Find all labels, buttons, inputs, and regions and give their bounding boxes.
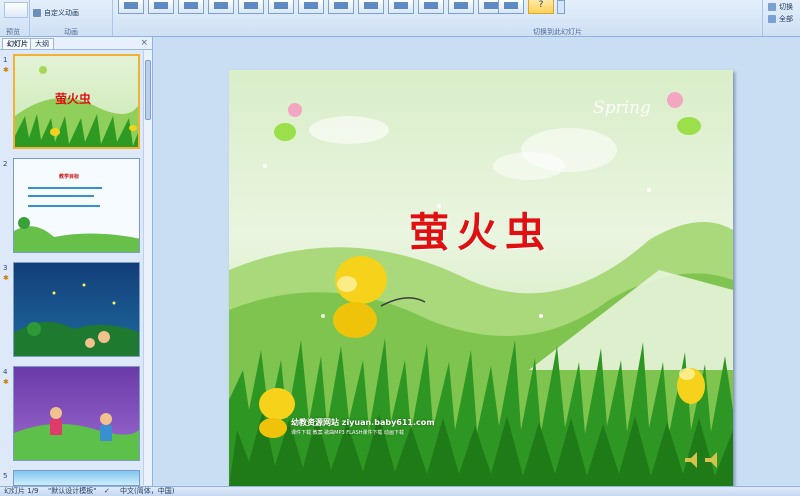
transition-option[interactable] (118, 0, 144, 14)
thumb-number: 2 (3, 160, 8, 168)
ladybug-right (667, 92, 701, 135)
slide-thumbnail-1[interactable]: 萤火虫 (13, 54, 140, 149)
transition-option[interactable] (298, 0, 324, 14)
animation-star-icon: ✱ (3, 378, 9, 386)
ladybug-left (274, 103, 302, 141)
spring-wordart: Spring (593, 98, 651, 118)
transition-option[interactable] (268, 0, 294, 14)
custom-animation-label: 自定义动画 (44, 9, 79, 17)
slide-thumbnail-4[interactable] (13, 366, 140, 461)
preview-group-label: 预览 (6, 28, 20, 36)
apply-all-button[interactable]: 全部 (768, 14, 793, 24)
transition-option[interactable] (388, 0, 414, 14)
slide-thumbnail-3[interactable] (13, 262, 140, 357)
transition-option[interactable] (178, 0, 204, 14)
site-watermark: 幼教资源网站 ziyuan.baby611.com (291, 418, 435, 427)
current-slide[interactable]: Spring 萤火虫 幼教资源网站 ziyuan.baby611.com 课件下… (229, 70, 733, 486)
apply-all-icon (768, 15, 776, 23)
animation-star-icon: ✱ (3, 66, 9, 74)
gallery-scroll-up[interactable] (557, 0, 565, 14)
thumbnails-scrollbar[interactable] (143, 50, 152, 485)
animation-star-icon: ✱ (3, 274, 9, 282)
thumb-2-title: 教学目标 (59, 174, 80, 180)
slide-title[interactable]: 萤火虫 (229, 200, 733, 258)
preview-button[interactable] (4, 2, 28, 18)
transition-option[interactable] (358, 0, 384, 14)
thumb-1-title: 萤火虫 (55, 92, 92, 106)
thumb-4-art (14, 407, 139, 460)
transition-random-option[interactable]: ? (528, 0, 554, 14)
slide-edit-area: Spring 萤火虫 幼教资源网站 ziyuan.baby611.com 课件下… (153, 37, 800, 486)
pane-tabs: 幻灯片 大纲 × (0, 37, 152, 50)
slide-thumbnail-2[interactable]: 教学目标 (13, 158, 140, 253)
custom-animation-button[interactable]: 自定义动画 (33, 8, 79, 18)
slide-thumbnail-5[interactable] (13, 470, 140, 486)
sound-icon (768, 3, 776, 11)
thumb-number: 3 (3, 264, 8, 272)
thumb-number: 5 (3, 472, 8, 480)
transition-option[interactable] (418, 0, 444, 14)
transition-option[interactable] (498, 0, 524, 14)
firefly-small-right (677, 368, 705, 404)
animation-group-label: 动画 (64, 28, 78, 36)
transition-option[interactable] (238, 0, 264, 14)
thumb-3-art (14, 283, 139, 356)
switch-sound-button[interactable]: 切换 (768, 2, 793, 12)
site-watermark-sub: 课件下载 教案 歌曲MP3 FLASH课件下载 动画下载 (291, 430, 404, 436)
transition-option[interactable] (148, 0, 174, 14)
slides-pane: 幻灯片 大纲 × 1 ✱ 萤火虫 2 教学目标 3 ✱ 4 ✱ 5 (0, 37, 153, 486)
animation-icon (33, 9, 41, 17)
transition-option[interactable] (328, 0, 354, 14)
transition-option[interactable] (448, 0, 474, 14)
close-icon[interactable]: × (140, 37, 148, 49)
transition-option[interactable] (208, 0, 234, 14)
transition-group-label: 切换到此幻灯片 (533, 28, 582, 36)
tab-outline[interactable]: 大纲 (30, 38, 54, 49)
tab-slides[interactable]: 幻灯片 (2, 38, 33, 49)
ribbon: 预览 自定义动画 动画 ? 切换到此幻灯片 切换 全部 (0, 0, 800, 37)
question-icon: ? (538, 0, 544, 10)
thumb-number: 4 (3, 368, 8, 376)
thumb-number: 1 (3, 56, 8, 64)
